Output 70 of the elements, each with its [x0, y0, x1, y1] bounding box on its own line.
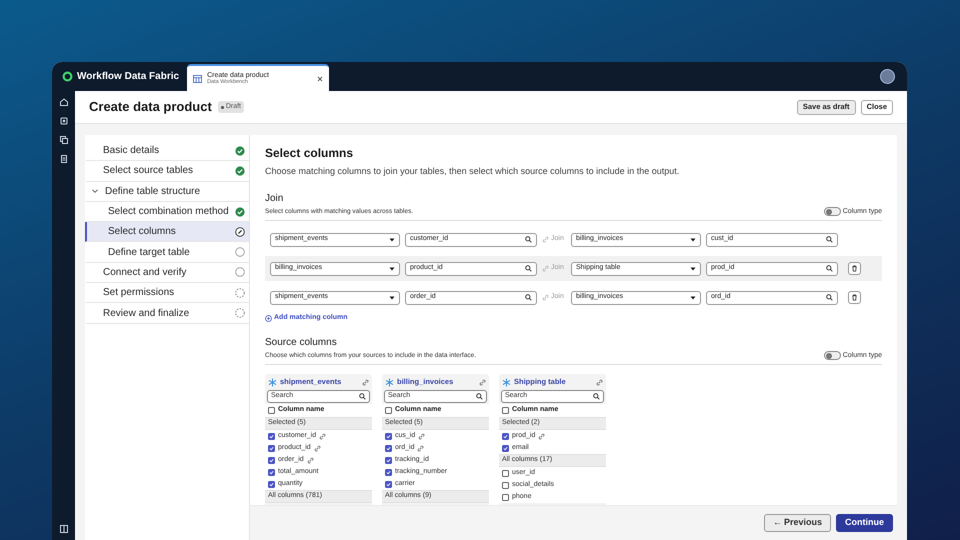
search-icon — [525, 265, 532, 272]
document-icon[interactable] — [58, 154, 68, 164]
caret-icon — [389, 266, 395, 270]
avatar[interactable] — [880, 69, 895, 84]
home-icon[interactable] — [58, 97, 68, 107]
section-title: Select columns — [265, 145, 354, 162]
trash-icon — [851, 294, 858, 301]
step-item[interactable]: Define target table — [85, 242, 249, 263]
step-item[interactable]: Define table structure — [85, 182, 249, 202]
search-icon — [525, 294, 532, 301]
plus-circle-icon — [265, 314, 272, 322]
search-icon — [826, 294, 833, 301]
previous-button[interactable]: ← Previous — [764, 514, 831, 532]
search-icon — [826, 265, 833, 272]
step-item[interactable]: Review and finalize — [85, 303, 249, 324]
app-name: Workflow Data Fabric — [77, 70, 180, 84]
toggle-switch[interactable] — [824, 207, 841, 216]
subsection-title: Source columns — [265, 336, 338, 350]
step-item[interactable]: Select source tables — [85, 161, 249, 182]
link-icon — [596, 378, 603, 386]
check-circle-icon — [235, 206, 245, 217]
link-icon — [479, 378, 486, 386]
section-description: Choose matching columns to join your tables, then select which source columns to include in the output. — [265, 165, 680, 178]
link-icon — [542, 265, 549, 272]
search-icon — [826, 236, 833, 243]
close-icon — [317, 76, 324, 82]
search-icon — [359, 393, 366, 400]
link-icon — [542, 294, 549, 301]
snowflake-icon — [502, 378, 511, 386]
link-icon — [542, 236, 549, 243]
checkbox[interactable] — [268, 407, 275, 414]
copy-icon[interactable] — [58, 135, 68, 145]
delete-button[interactable] — [848, 291, 861, 304]
checkbox[interactable] — [385, 407, 392, 414]
caret-icon — [690, 296, 696, 300]
pencil-circle-icon — [235, 226, 245, 237]
square-icon[interactable] — [58, 116, 68, 126]
check-circle-icon — [235, 166, 245, 176]
ring-logo-icon — [62, 71, 73, 82]
caret-icon — [690, 238, 696, 242]
dashed-circle-icon — [235, 288, 245, 298]
dashed-circle-icon — [235, 308, 245, 318]
snowflake-icon — [268, 378, 277, 386]
caret-icon — [389, 238, 395, 242]
step-item[interactable]: Select columns — [85, 222, 249, 242]
panel-icon[interactable] — [58, 524, 68, 534]
continue-button[interactable]: Continue — [836, 514, 893, 532]
search-icon — [476, 393, 483, 400]
subsection-title: Join — [265, 192, 284, 206]
page-title: Create data product — [89, 98, 212, 116]
search-icon — [593, 393, 600, 400]
check-circle-icon — [235, 146, 245, 156]
search-icon — [525, 236, 532, 243]
step-item[interactable]: Set permissions — [85, 283, 249, 304]
caret-icon — [389, 296, 395, 300]
checkbox[interactable] — [502, 482, 509, 488]
step-item[interactable]: Connect and verify — [85, 262, 249, 284]
empty-circle-icon — [235, 267, 245, 278]
step-item[interactable]: Basic details — [85, 141, 249, 162]
toggle-switch[interactable] — [824, 351, 841, 360]
checkbox[interactable] — [502, 407, 509, 414]
delete-button[interactable] — [848, 262, 861, 275]
trash-icon — [851, 265, 858, 272]
checkbox[interactable] — [502, 494, 509, 500]
link-icon — [362, 378, 369, 386]
empty-circle-icon — [235, 247, 245, 258]
checkbox[interactable] — [502, 470, 509, 476]
table-icon — [193, 74, 202, 82]
caret-icon — [690, 266, 696, 270]
snowflake-icon — [385, 378, 394, 386]
